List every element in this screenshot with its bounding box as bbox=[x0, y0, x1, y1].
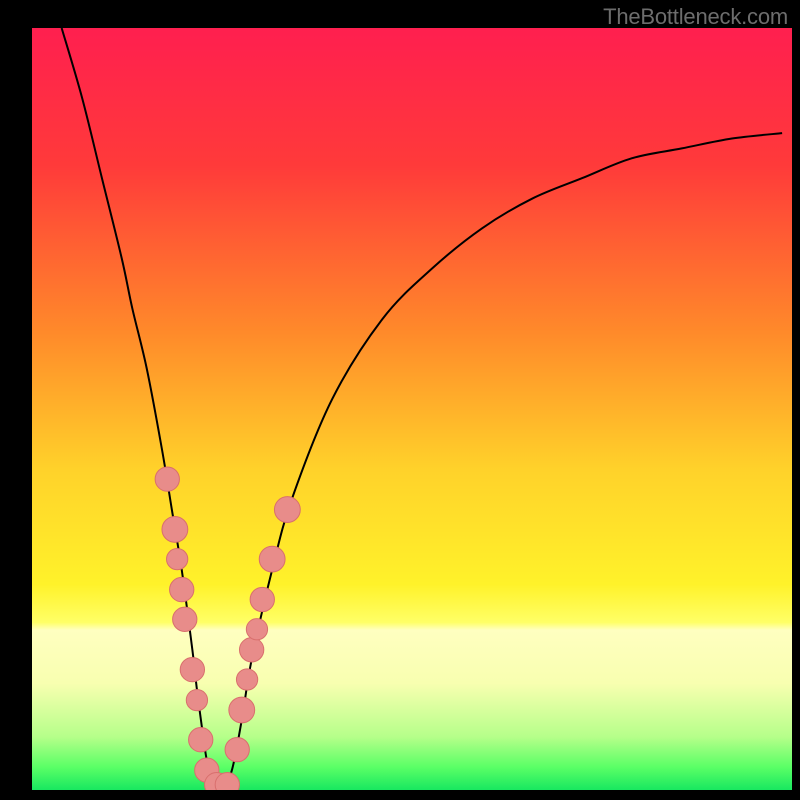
data-marker bbox=[239, 638, 263, 662]
data-marker bbox=[167, 548, 188, 569]
chart-svg bbox=[32, 28, 792, 790]
data-marker bbox=[250, 587, 274, 611]
watermark-text: TheBottleneck.com bbox=[603, 4, 788, 30]
data-marker bbox=[180, 657, 204, 681]
data-marker bbox=[162, 516, 188, 542]
data-marker bbox=[274, 497, 300, 523]
data-marker bbox=[155, 467, 179, 491]
data-marker bbox=[186, 689, 207, 710]
plot-area bbox=[32, 28, 792, 790]
data-marker bbox=[170, 577, 194, 601]
data-marker bbox=[259, 546, 285, 572]
data-marker bbox=[173, 607, 197, 631]
data-marker bbox=[189, 728, 213, 752]
chart-frame: TheBottleneck.com bbox=[0, 0, 800, 800]
data-marker bbox=[225, 737, 249, 761]
bottleneck-curve bbox=[62, 28, 782, 790]
data-marker bbox=[236, 669, 257, 690]
data-marker bbox=[246, 619, 267, 640]
data-marker bbox=[229, 697, 255, 723]
